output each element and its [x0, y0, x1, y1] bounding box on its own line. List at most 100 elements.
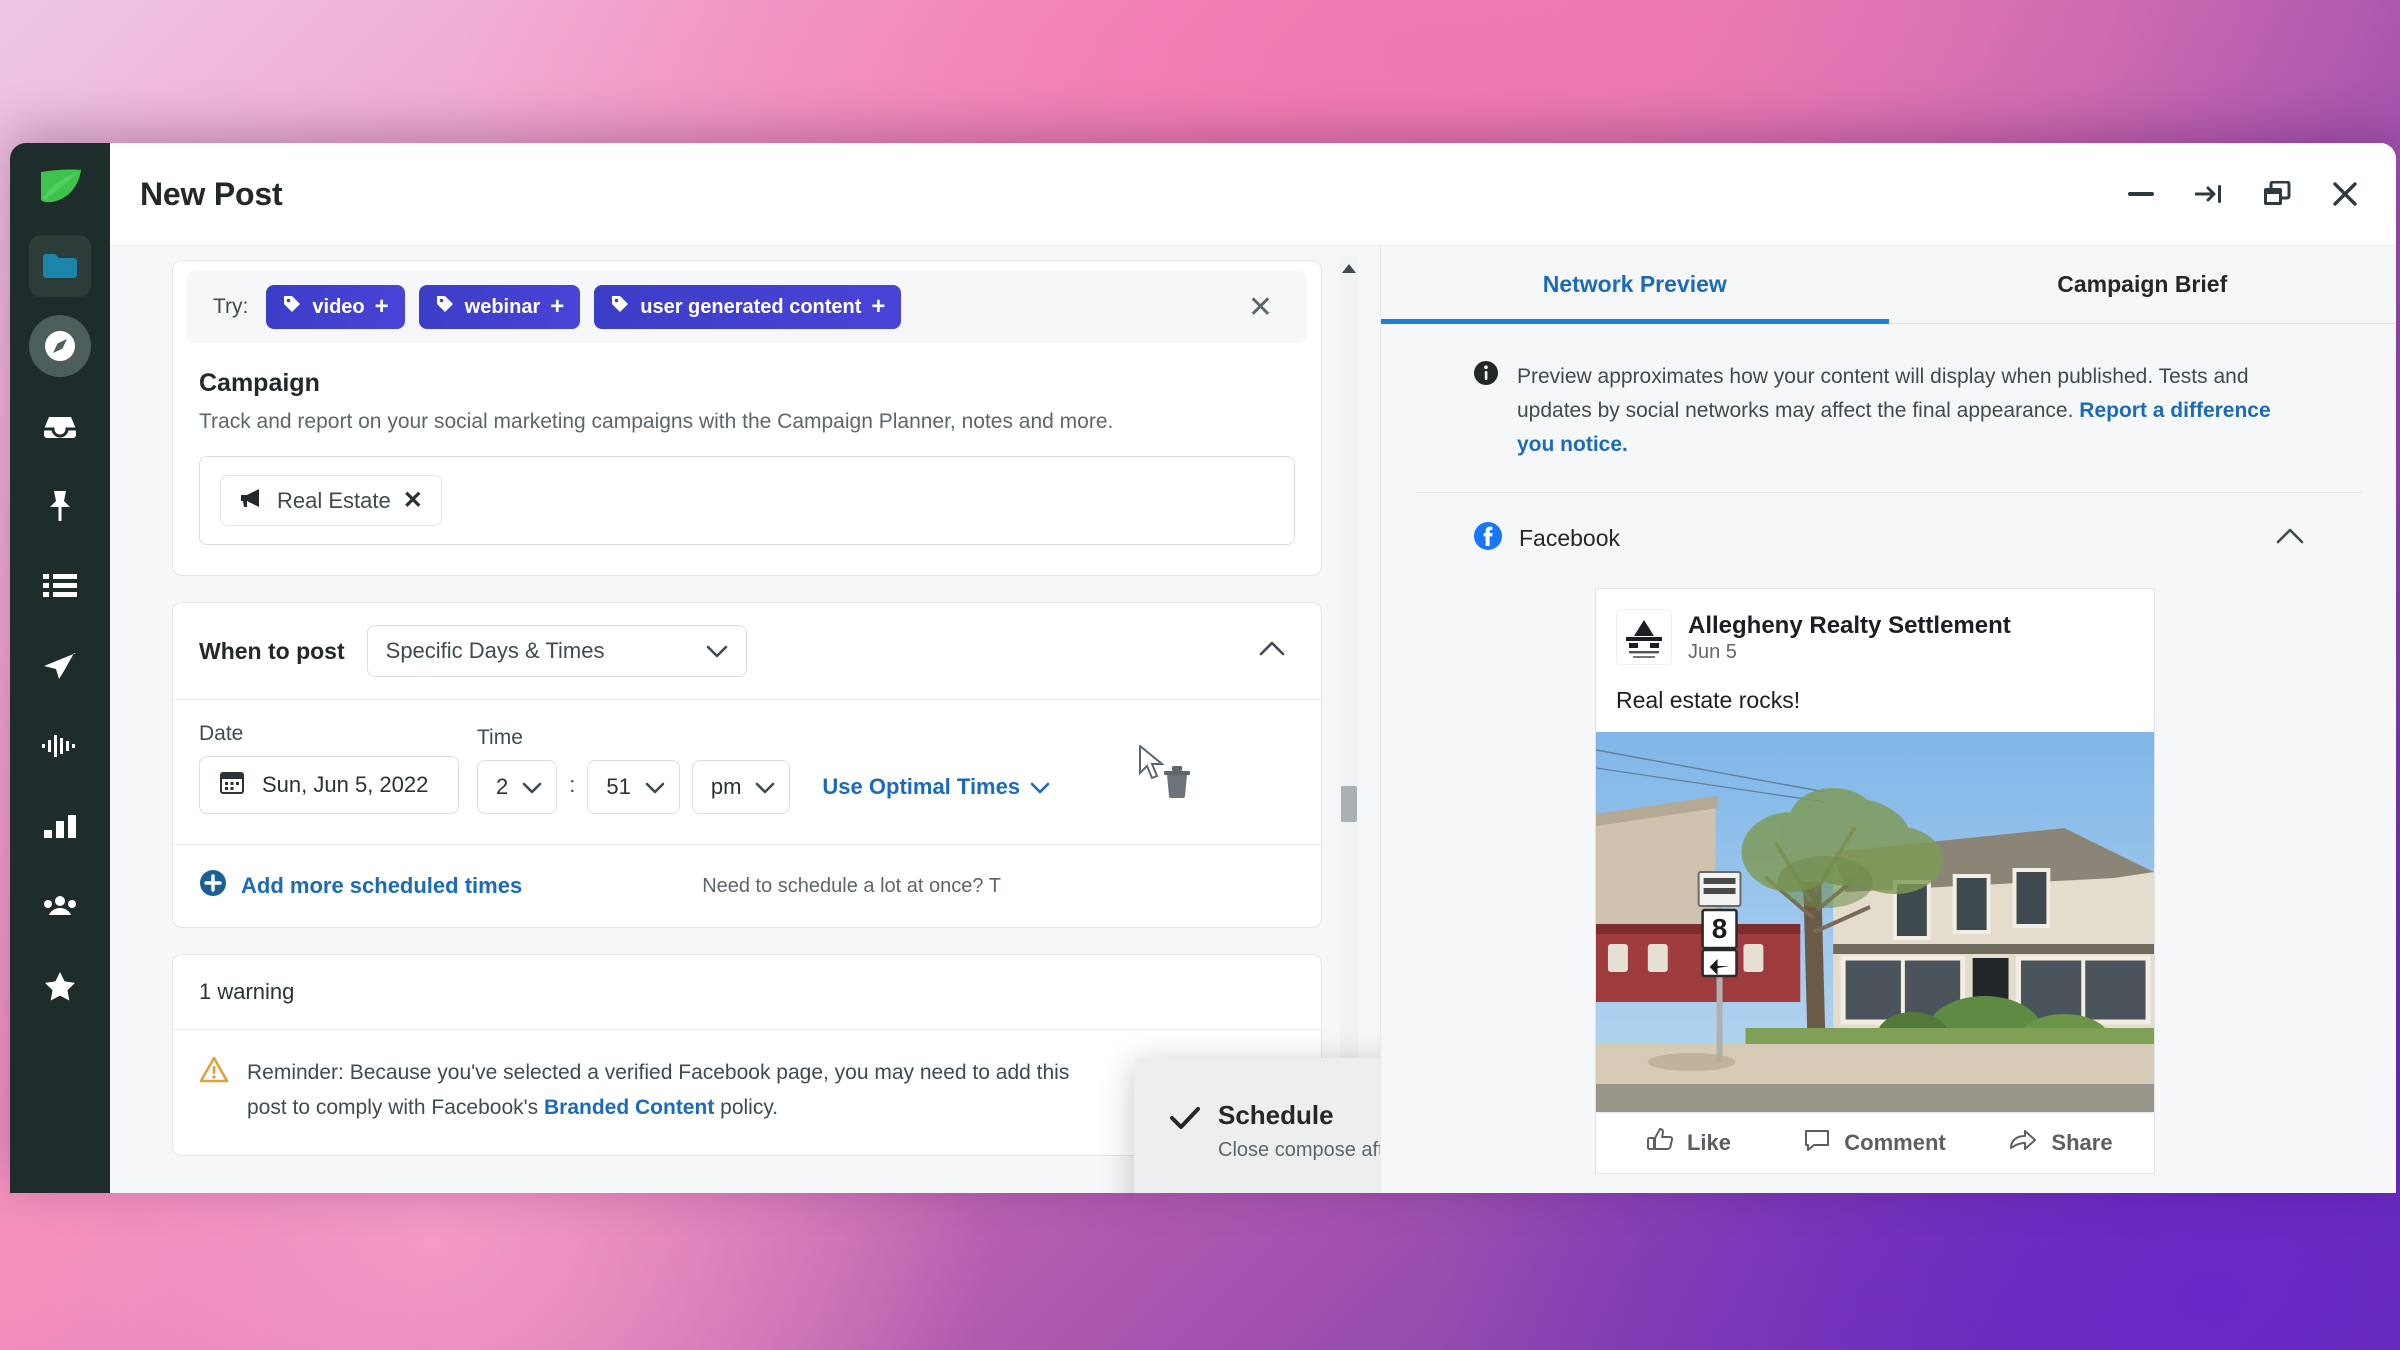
collapse-section-button[interactable] [1249, 635, 1295, 667]
tab-campaign-brief[interactable]: Campaign Brief [1888, 246, 2396, 324]
compose-window: New Post Try: video + webinar + user gen… [10, 143, 2396, 1193]
comment-button[interactable]: Comment [1782, 1127, 1968, 1159]
sidebar-item-dashboard[interactable] [29, 315, 91, 377]
schedule-options-menu: Schedule Close compose after sending Sch… [1134, 1058, 1380, 1193]
campaign-tag-label: Real Estate [277, 487, 391, 513]
tab-network-preview[interactable]: Network Preview [1381, 246, 1889, 324]
avatar [1616, 609, 1672, 666]
inbox-icon [41, 413, 79, 439]
time-field-group: Time 2 : 51 pm [477, 726, 791, 814]
preview-tabs: Network Preview Campaign Brief [1381, 246, 2396, 324]
chevron-down-icon [1030, 774, 1050, 800]
when-to-post-card: When to post Specific Days & Times Date … [172, 602, 1322, 928]
star-icon [44, 971, 76, 1001]
bulk-schedule-note: Need to schedule a lot at once? T [702, 874, 1001, 897]
paper-plane-icon [42, 651, 78, 681]
when-to-post-header: When to post Specific Days & Times [173, 603, 1321, 700]
campaign-input[interactable]: Real Estate ✕ [199, 456, 1295, 545]
branded-content-link[interactable]: Branded Content [544, 1096, 714, 1119]
optimal-times-label: Use Optimal Times [822, 774, 1021, 799]
meridiem-select[interactable]: pm [691, 760, 791, 814]
menu-item-schedule[interactable]: Schedule Close compose after sending [1134, 1084, 1380, 1178]
thumbs-up-icon [1646, 1127, 1673, 1159]
preview-disclaimer: Preview approximates how your content wi… [1415, 324, 2362, 494]
facebook-icon [1473, 521, 1503, 556]
sidebar-item-list[interactable] [29, 555, 91, 617]
pin-icon [45, 489, 75, 523]
add-more-times-label: Add more scheduled times [241, 873, 523, 898]
menu-item-title: Schedule [1218, 1100, 1334, 1130]
campaign-tag[interactable]: Real Estate ✕ [220, 475, 442, 526]
network-name: Facebook [1519, 525, 1621, 552]
sidebar-item-inbox[interactable] [29, 395, 91, 457]
sidebar-item-publishing[interactable] [29, 635, 91, 697]
facebook-post-header: Allegheny Realty Settlement Jun 5 [1596, 589, 2154, 675]
when-to-post-value: Specific Days & Times [385, 638, 605, 663]
waveform-icon [42, 733, 78, 759]
hour-select[interactable]: 2 [477, 760, 558, 814]
compose-scrollbar[interactable] [1340, 256, 1358, 1193]
window-controls [2124, 177, 2362, 211]
add-more-times-button[interactable]: Add more scheduled times [199, 869, 522, 903]
menu-item-schedule-duplicate[interactable]: Schedule + Duplicate Re-open to edit for… [1134, 1178, 1380, 1193]
when-to-post-label: When to post [199, 637, 345, 664]
window-main: New Post Try: video + webinar + user gen… [110, 143, 2396, 1193]
compose-pane: Try: video + webinar + user generated co… [110, 246, 1380, 1193]
like-button[interactable]: Like [1596, 1127, 1782, 1159]
hour-value: 2 [496, 774, 509, 799]
try-pill-webinar[interactable]: webinar + [418, 285, 581, 329]
when-to-post-select[interactable]: Specific Days & Times [366, 625, 747, 677]
use-optimal-times-button[interactable]: Use Optimal Times [822, 774, 1050, 814]
sidebar-item-pinned[interactable] [29, 475, 91, 537]
minimize-button[interactable] [2124, 177, 2158, 211]
collapse-button[interactable] [2192, 177, 2226, 211]
window-titlebar: New Post [110, 143, 2396, 246]
sprout-leaf-logo[interactable] [36, 165, 84, 211]
campaign-heading: Campaign [199, 369, 320, 397]
try-pill-label: video [312, 295, 365, 318]
date-time-row: Date Sun, Jun 5, 2022 Time 2: 51 pm Use… [173, 700, 1321, 844]
try-dismiss-button[interactable]: ✕ [1240, 290, 1281, 325]
try-pill-ugc[interactable]: user generated content + [594, 285, 902, 329]
date-field-group: Date Sun, Jun 5, 2022 [199, 722, 459, 814]
sidebar-item-reports[interactable] [29, 795, 91, 857]
collapse-network-button[interactable] [2276, 528, 2304, 549]
try-pill-label: user generated content [640, 295, 862, 318]
delete-scheduled-time-button[interactable] [1139, 743, 1194, 814]
share-button[interactable]: Share [1968, 1127, 2154, 1159]
calendar-icon [220, 770, 244, 800]
sidebar-item-files[interactable] [29, 235, 91, 297]
info-icon [1473, 360, 1499, 462]
tab-label: Network Preview [1542, 271, 1727, 297]
try-pill-label: webinar [464, 295, 541, 318]
facebook-post-preview: Allegheny Realty Settlement Jun 5 Real e… [1595, 588, 2155, 1175]
facebook-post-actions: Like Comment Share [1596, 1112, 2154, 1173]
try-pill-video[interactable]: video + [266, 285, 405, 329]
comment-label: Comment [1844, 1130, 1946, 1156]
sidebar-item-favorites[interactable] [29, 955, 91, 1017]
campaign-tag-remove[interactable]: ✕ [403, 486, 423, 515]
sidebar-item-listening[interactable] [29, 715, 91, 777]
scroll-up-arrow-icon[interactable] [1342, 260, 1356, 278]
date-input[interactable]: Sun, Jun 5, 2022 [199, 756, 459, 814]
window-body: Try: video + webinar + user generated co… [110, 246, 2396, 1193]
facebook-page-name: Allegheny Realty Settlement [1688, 611, 2011, 639]
chevron-down-icon [522, 774, 542, 800]
network-facebook-row: Facebook [1415, 493, 2362, 578]
date-value: Sun, Jun 5, 2022 [262, 772, 429, 797]
scrollbar-track[interactable] [1340, 256, 1358, 1193]
plus-icon: + [871, 293, 886, 320]
tag-icon [282, 294, 302, 320]
restore-button[interactable] [2260, 177, 2294, 211]
share-arrow-icon [2009, 1128, 2037, 1158]
compass-icon [43, 329, 77, 363]
minute-value: 51 [606, 774, 631, 799]
sidebar-item-community[interactable] [29, 875, 91, 937]
close-button[interactable] [2328, 177, 2362, 211]
tab-label: Campaign Brief [2057, 271, 2228, 297]
megaphone-icon [239, 487, 265, 515]
minute-select[interactable]: 51 [587, 760, 680, 814]
scrollbar-thumb[interactable] [1341, 786, 1357, 822]
svg-text:8: 8 [1712, 913, 1728, 944]
people-icon [41, 895, 79, 917]
